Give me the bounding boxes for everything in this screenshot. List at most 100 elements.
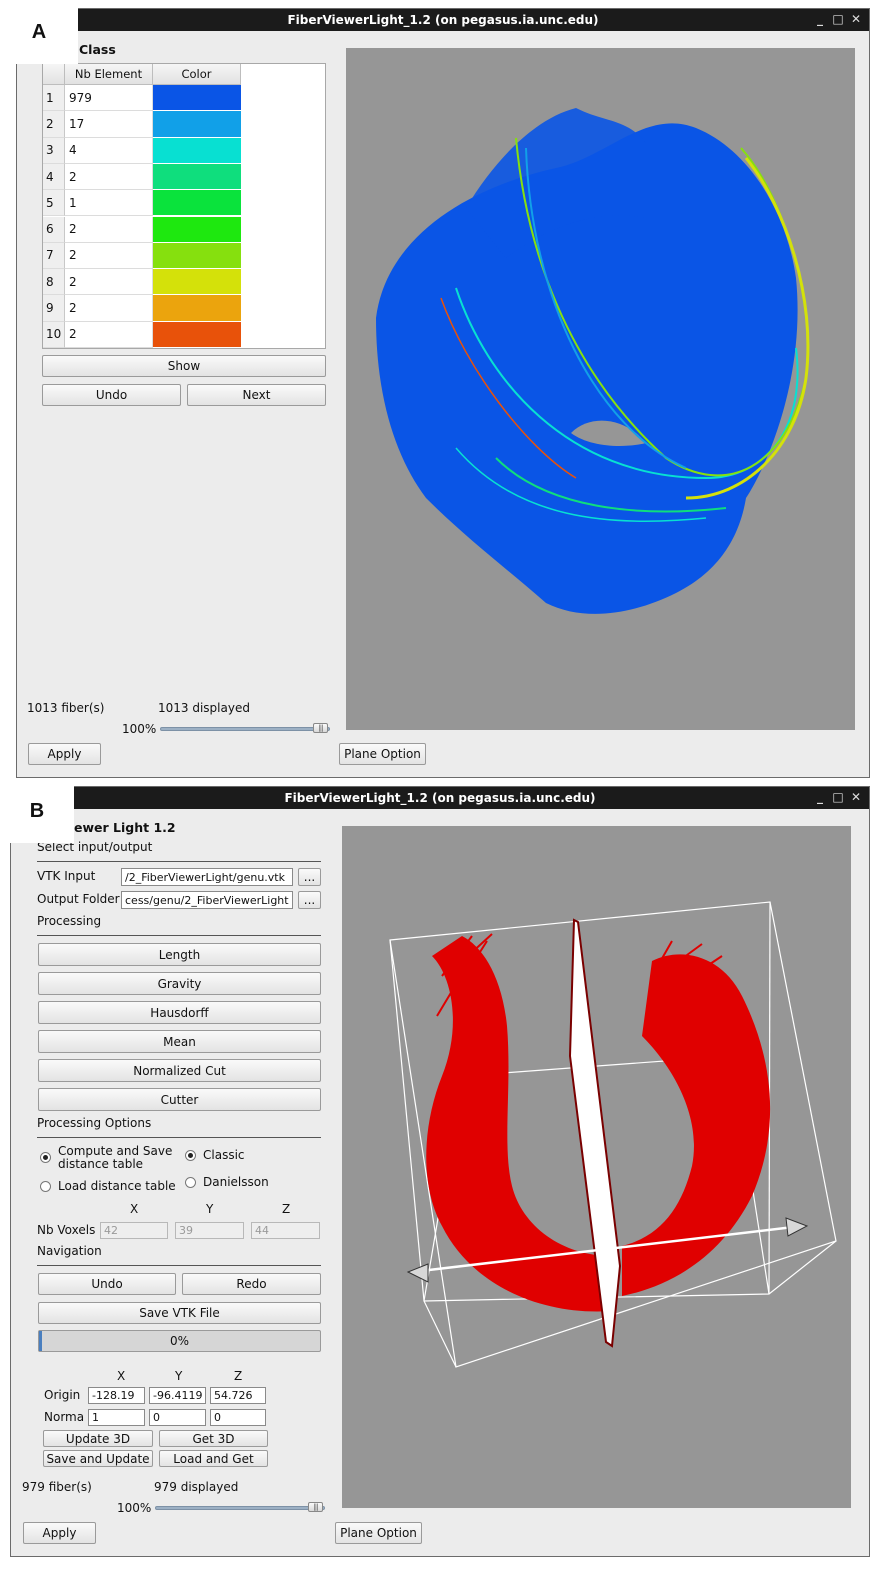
close-icon[interactable]: ✕ — [849, 12, 863, 26]
slider-handle-a[interactable]: ||| — [313, 723, 328, 733]
table-cell-color-swatch[interactable] — [153, 111, 241, 138]
normal-x-field[interactable]: 1 — [88, 1409, 145, 1426]
plane-option-button-b[interactable]: Plane Option — [335, 1522, 422, 1544]
get-3d-button[interactable]: Get 3D — [159, 1430, 268, 1447]
fiber-bundle-render-b — [389, 901, 837, 1368]
fiber-bundle-render-a — [376, 108, 810, 614]
table-row-number[interactable]: 9 — [43, 295, 65, 322]
table-cell-nb-element[interactable]: 979 — [65, 85, 153, 112]
processing-divider — [37, 935, 321, 936]
load-and-get-button[interactable]: Load and Get — [159, 1450, 268, 1467]
close-icon[interactable]: ✕ — [849, 790, 863, 804]
undo-button-a[interactable]: Undo — [42, 384, 181, 406]
slider-handle-b[interactable]: ||| — [308, 1502, 323, 1512]
table-row-number[interactable]: 6 — [43, 216, 65, 243]
table-cell-nb-element[interactable]: 2 — [65, 321, 153, 348]
table-cell-color-swatch[interactable] — [153, 163, 241, 191]
table-cell-color-swatch[interactable] — [153, 85, 241, 112]
compute-distance-radio[interactable] — [40, 1152, 51, 1163]
percent-label-a: 100% — [122, 722, 157, 736]
danielsson-label: Danielsson — [203, 1175, 269, 1189]
table-cell-nb-element[interactable]: 2 — [65, 216, 153, 243]
normal-label: Norma — [44, 1410, 85, 1424]
output-folder-field[interactable]: cess/genu/2_FiberViewerLight — [121, 891, 293, 909]
table-row-number[interactable]: 1 — [43, 85, 65, 112]
minimize-icon[interactable]: _ — [813, 790, 827, 804]
table-cell-nb-element[interactable]: 2 — [65, 269, 153, 296]
display-slider-a[interactable] — [160, 727, 330, 731]
normal-y-field[interactable]: 0 — [149, 1409, 206, 1426]
column-header-color[interactable]: Color — [153, 64, 241, 85]
table-cell-nb-element[interactable]: 2 — [65, 242, 153, 270]
3d-viewport-a[interactable] — [346, 48, 855, 730]
length-button[interactable]: Length — [38, 943, 321, 966]
axis-arrow-right — [785, 1217, 809, 1237]
table-row-number[interactable]: 2 — [43, 111, 65, 138]
gravity-button[interactable]: Gravity — [38, 972, 321, 995]
undo-button-b[interactable]: Undo — [38, 1273, 176, 1295]
normal-z-field[interactable]: 0 — [210, 1409, 266, 1426]
next-button[interactable]: Next — [187, 384, 326, 406]
save-and-update-button[interactable]: Save and Update — [43, 1450, 153, 1467]
load-distance-radio[interactable] — [40, 1181, 51, 1192]
mean-button[interactable]: Mean — [38, 1030, 321, 1053]
class-table[interactable]: Nb Element Color 1 979 2 17 3 4 4 2 5 1 6 2 7 2 8 2 9 2 10… — [42, 63, 326, 349]
vtk-input-field[interactable]: /2_FiberViewerLight/genu.vtk — [121, 868, 293, 886]
plane-x-header: X — [117, 1369, 126, 1383]
title-bar-a: FiberViewerLight_1.2 (on pegasus.ia.unc.… — [17, 9, 869, 31]
class-section-title: Class — [79, 42, 116, 57]
output-folder-browse-button[interactable]: ... — [298, 891, 321, 909]
table-row-number[interactable]: 4 — [43, 163, 65, 191]
table-row-number[interactable]: 7 — [43, 242, 65, 270]
table-row-number[interactable]: 8 — [43, 269, 65, 296]
displayed-count-b: 979 displayed — [154, 1480, 239, 1494]
table-cell-nb-element[interactable]: 17 — [65, 111, 153, 138]
normalized-cut-button[interactable]: Normalized Cut — [38, 1059, 321, 1082]
table-cell-color-swatch[interactable] — [153, 295, 241, 322]
display-slider-b[interactable] — [155, 1506, 325, 1510]
cutter-button[interactable]: Cutter — [38, 1088, 321, 1111]
fiber-count-a: 1013 fiber(s) — [27, 701, 105, 715]
table-row-number[interactable]: 5 — [43, 190, 65, 217]
origin-x-field[interactable]: -128.19 — [88, 1387, 145, 1404]
save-vtk-button[interactable]: Save VTK File — [38, 1302, 321, 1324]
maximize-icon[interactable]: □ — [831, 12, 845, 26]
table-cell-color-swatch[interactable] — [153, 242, 241, 270]
plane-option-button-a[interactable]: Plane Option — [339, 743, 426, 765]
column-header-nb-element[interactable]: Nb Element — [65, 64, 153, 85]
voxel-z-field[interactable]: 44 — [251, 1222, 320, 1239]
redo-button[interactable]: Redo — [182, 1273, 321, 1295]
maximize-icon[interactable]: □ — [831, 790, 845, 804]
origin-y-field[interactable]: -96.4119 — [149, 1387, 206, 1404]
table-cell-color-swatch[interactable] — [153, 216, 241, 243]
table-cell-color-swatch[interactable] — [153, 269, 241, 296]
table-cell-color-swatch[interactable] — [153, 190, 241, 217]
hausdorff-button[interactable]: Hausdorff — [38, 1001, 321, 1024]
origin-z-field[interactable]: 54.726 — [210, 1387, 266, 1404]
table-cell-nb-element[interactable]: 4 — [65, 137, 153, 164]
options-divider — [37, 1137, 321, 1138]
apply-button-b[interactable]: Apply — [23, 1522, 96, 1544]
minimize-icon[interactable]: _ — [813, 12, 827, 26]
classic-radio[interactable] — [185, 1150, 196, 1161]
progress-text: 0% — [169, 1334, 190, 1348]
plane-y-header: Y — [175, 1369, 183, 1383]
processing-section-title: Processing — [37, 914, 102, 928]
table-cell-nb-element[interactable]: 1 — [65, 190, 153, 217]
table-row-number[interactable]: 3 — [43, 137, 65, 164]
table-row-number[interactable]: 10 — [43, 321, 65, 348]
show-button[interactable]: Show — [42, 355, 326, 377]
danielsson-radio[interactable] — [185, 1177, 196, 1188]
classic-label: Classic — [203, 1148, 245, 1162]
update-3d-button[interactable]: Update 3D — [43, 1430, 153, 1447]
voxel-x-field[interactable]: 42 — [100, 1222, 168, 1239]
table-cell-nb-element[interactable]: 2 — [65, 295, 153, 322]
vtk-input-label: VTK Input — [37, 869, 96, 883]
apply-button-a[interactable]: Apply — [28, 743, 101, 765]
table-cell-nb-element[interactable]: 2 — [65, 163, 153, 191]
vtk-input-browse-button[interactable]: ... — [298, 868, 321, 886]
3d-viewport-b[interactable] — [342, 826, 851, 1508]
voxel-y-field[interactable]: 39 — [175, 1222, 244, 1239]
table-cell-color-swatch[interactable] — [153, 137, 241, 164]
table-cell-color-swatch[interactable] — [153, 321, 241, 348]
